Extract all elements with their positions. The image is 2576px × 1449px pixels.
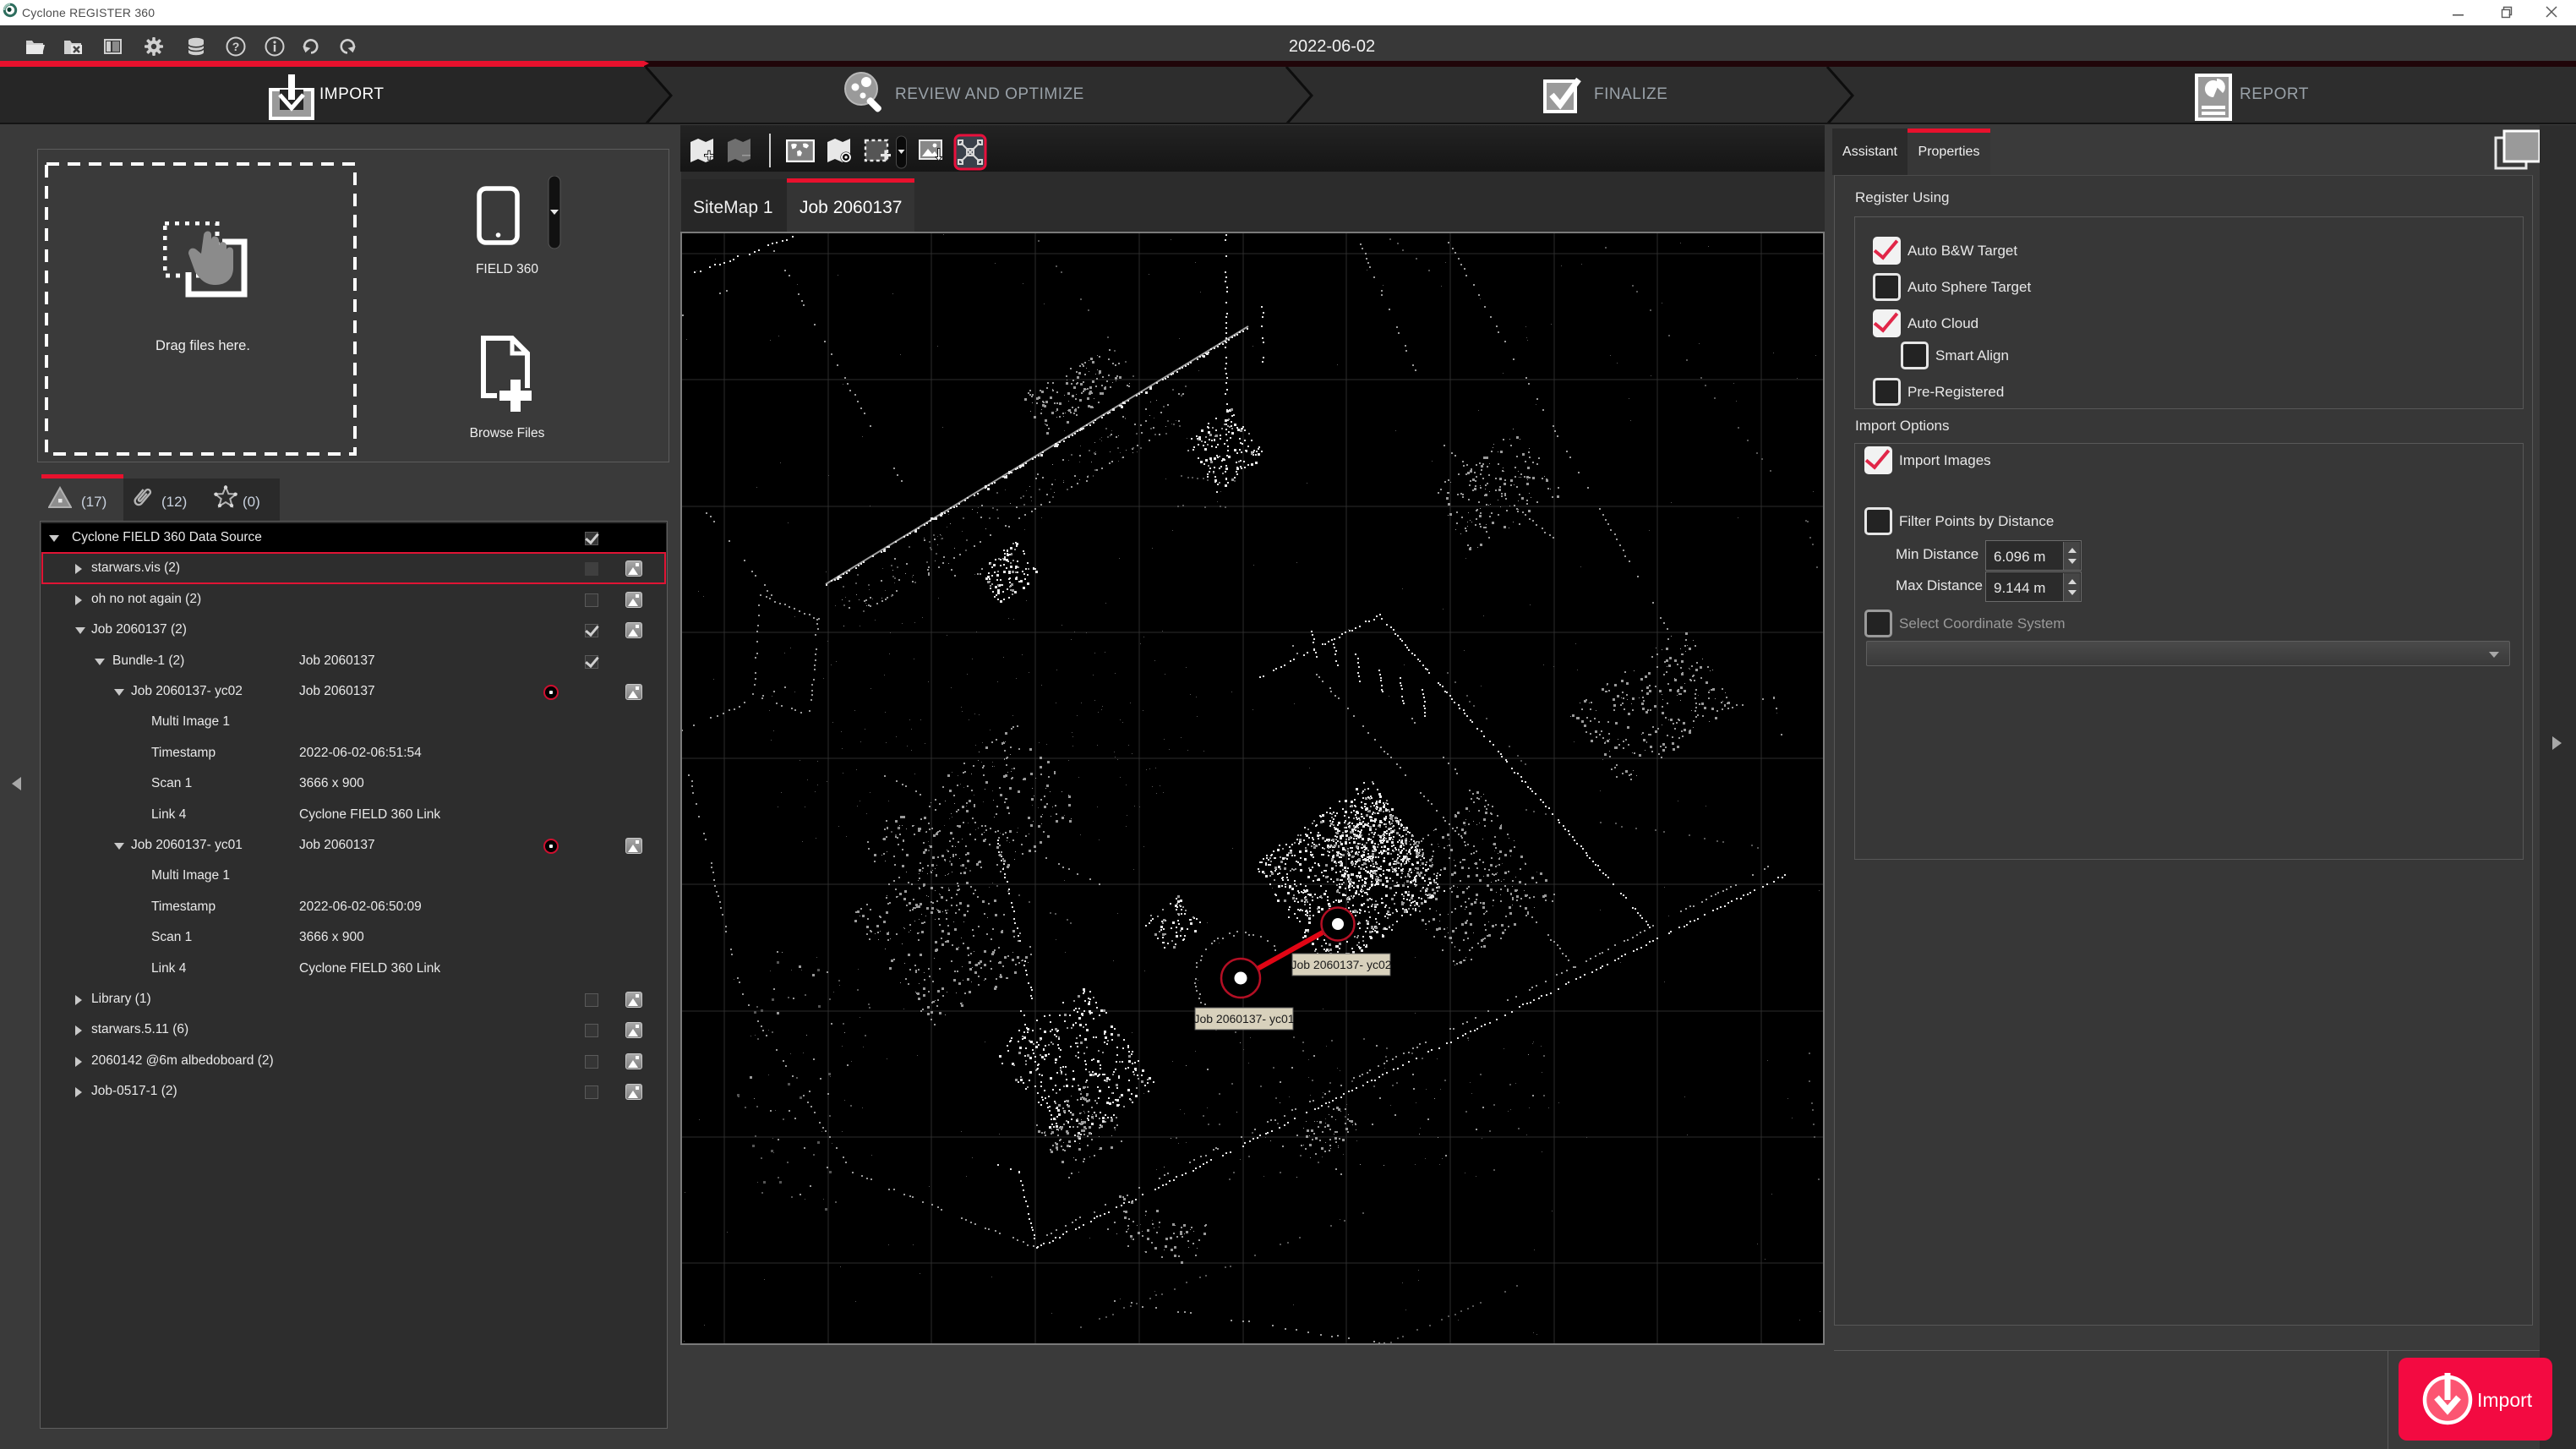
svg-text:Job 2060137- yc02: Job 2060137- yc02 [1291,958,1391,971]
svg-text:?: ? [232,40,240,53]
svg-text:Job 2060137- yc01: Job 2060137- yc01 [1193,1012,1294,1025]
